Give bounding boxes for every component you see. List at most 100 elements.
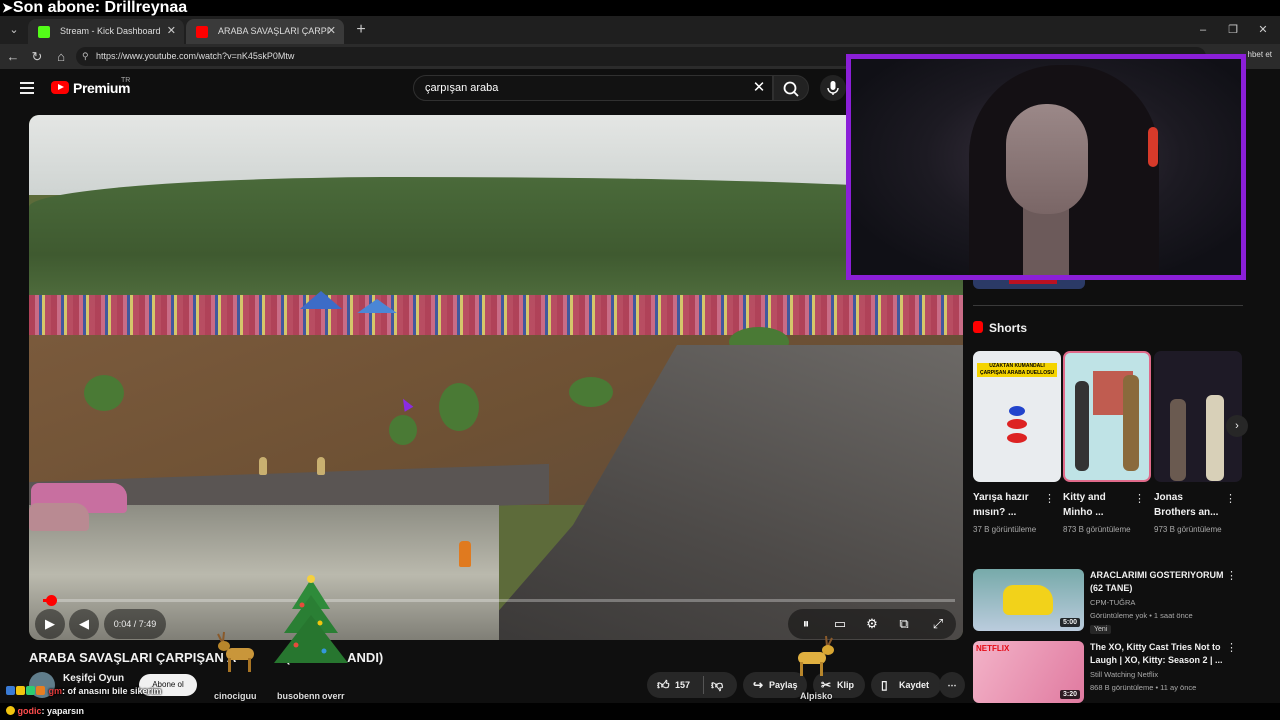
channel-name[interactable]: Still Watching Netflix [1090,670,1158,679]
video-thumbnail: NETFLIX 3:20 [973,641,1084,703]
miniplayer-icon[interactable]: ⧉ [888,609,920,639]
profile-hint[interactable]: hbet et [1248,50,1272,59]
close-tab-icon[interactable]: ✕ [167,19,176,44]
like-count[interactable]: 157 [675,672,690,698]
short-title: Jonas Brothers an... [1154,492,1219,518]
short-scene-car [1007,433,1027,443]
volume-icon: ◀ [79,616,89,631]
video-scene-worker [459,541,471,567]
short-title: Kitty and Minho ... [1063,492,1106,518]
bookmark-icon: ▯ [881,678,888,692]
tab-youtube-video[interactable]: ARABA SAVAŞLARI ÇARPIŞAN ARA ✕ [186,19,344,44]
related-sidebar: CANLI Shorts UZAKTAN KUMANDALI ÇARPIŞAN … [973,269,1248,720]
save-button[interactable]: ▯ Kaydet [871,672,941,698]
video-scene-shrub [84,375,124,411]
thumbnail-scene-car [1003,585,1053,615]
more-options-icon[interactable]: ⋮ [1134,492,1145,505]
chat-badge-icon [16,686,25,695]
channel-name[interactable]: Keşifçi Oyun [63,673,124,684]
duration-badge: 5:00 [1059,618,1080,627]
short-scene-car [1009,406,1025,416]
minimize-icon[interactable]: – [1188,20,1218,40]
mute-button[interactable]: ◀ [69,609,99,639]
fullscreen-icon[interactable]: ⤢ [922,609,954,639]
short-title: Yarışa hazır mısın? ... [973,492,1029,518]
more-options-icon[interactable]: ⋮ [1044,492,1055,505]
play-button[interactable]: ▶ [35,609,65,639]
stream-banner: ➤Son abone: Drillreynaa [0,0,1280,16]
short-scene-person [1123,375,1139,471]
video-meta: 868 B görüntüleme • 11 ay önce [1090,683,1197,692]
region-code: TR [121,77,131,84]
short-thumbnail [1063,351,1151,482]
voice-search-button[interactable] [820,75,846,101]
short-item[interactable]: Kitty and Minho ... 873 B görüntüleme ⋮ [1063,351,1151,537]
duration-badge: 3:20 [1059,690,1080,699]
webcam-scene-face [1006,104,1088,214]
back-icon[interactable]: ← [2,46,24,68]
shorts-next-arrow-icon[interactable]: › [1226,415,1248,437]
channel-name[interactable]: CPM-TUĞRA [1090,598,1135,607]
chat-username: godic [17,706,42,716]
video-player[interactable] [29,115,963,640]
more-options-icon[interactable]: ⋮ [1226,569,1237,582]
short-scene-car [1007,419,1027,429]
video-scene-forest [29,177,963,307]
tab-kick-dashboard[interactable]: Stream - Kick Dashboard ✕ [28,19,184,44]
dislike-icon[interactable]: 👎︎ [711,672,723,698]
video-scene-worker [317,457,325,475]
divider [703,676,704,694]
video-meta: Görüntüleme yok • 1 saat önce [1090,611,1193,620]
reindeer-right-icon [798,635,834,676]
chat-text: : of anasını bile sikerim [62,686,162,696]
chat-message: godic: yaparsın [0,703,1280,720]
tab-list-icon[interactable]: ⌄ [4,20,24,40]
progress-scrubber[interactable] [45,595,57,606]
close-tab-icon[interactable]: ✕ [327,19,336,44]
tab-label: Stream - Kick Dashboard [60,26,161,36]
floating-username: Alpisko [800,691,833,701]
reload-icon[interactable]: ↻ [26,46,48,68]
chat-username: gm [48,686,63,696]
recommended-video[interactable]: 5:00 ARACLARIMI GOSTERIYORUM (62 TANE) C… [973,569,1245,634]
search-input[interactable]: çarpışan araba [413,75,773,101]
settings-gear-icon[interactable]: ⚙ [856,609,888,639]
new-badge: Yeni [1090,625,1112,634]
recommended-video[interactable]: NETFLIX 3:20 The XO, Kitty Cast Tries No… [973,641,1245,705]
like-icon[interactable]: 👍︎ [657,672,670,698]
short-views: 973 B görüntüleme [1154,525,1222,534]
shorts-icon [973,321,983,333]
shorts-heading: Shorts [973,321,1027,335]
more-options-icon[interactable]: ⋮ [1225,492,1236,505]
home-icon[interactable]: ⌂ [50,46,72,68]
chat-badge-icon [6,706,15,715]
window-close-icon[interactable]: ✕ [1248,20,1278,40]
short-scene-person [1206,395,1224,481]
restore-icon[interactable]: ❐ [1218,20,1248,40]
search-button[interactable] [773,75,809,101]
video-scene-shrub [569,377,613,407]
webcam-overlay [846,54,1246,280]
chat-text: : yaparsın [41,706,85,716]
save-label: Kaydet [899,680,930,690]
more-options-icon[interactable]: ⋮ [1226,641,1237,654]
banner-text: Son abone: Drillreynaa [12,0,188,16]
more-actions-icon[interactable]: ⋯ [939,672,965,698]
play-icon: ▶ [45,616,55,631]
like-dislike-group: 👍︎ 157 👎︎ [647,672,737,698]
short-item[interactable]: Jonas Brothers an... 973 B görüntüleme ⋮ [1154,351,1242,537]
site-info-icon[interactable]: ⚲ [82,47,89,66]
chat-badge-icon [36,686,45,695]
new-tab-button[interactable]: + [351,19,371,41]
chat-badge-icon [6,686,15,695]
short-thumbnail: UZAKTAN KUMANDALI ÇARPIŞAN ARABA DUELLOS… [973,351,1061,482]
video-scene-worker [259,457,267,475]
youtube-play-logo-icon [51,81,69,94]
short-thumbnail [1154,351,1242,482]
video-progress-bar[interactable] [43,595,955,606]
clear-search-icon[interactable]: ✕ [749,77,769,99]
short-item[interactable]: UZAKTAN KUMANDALI ÇARPIŞAN ARABA DUELLOS… [973,351,1061,537]
menu-icon[interactable] [20,82,34,94]
video-scene-shrub [439,383,479,431]
stream-chat-overlay: gm: of anasını bile sikerim [6,684,386,698]
